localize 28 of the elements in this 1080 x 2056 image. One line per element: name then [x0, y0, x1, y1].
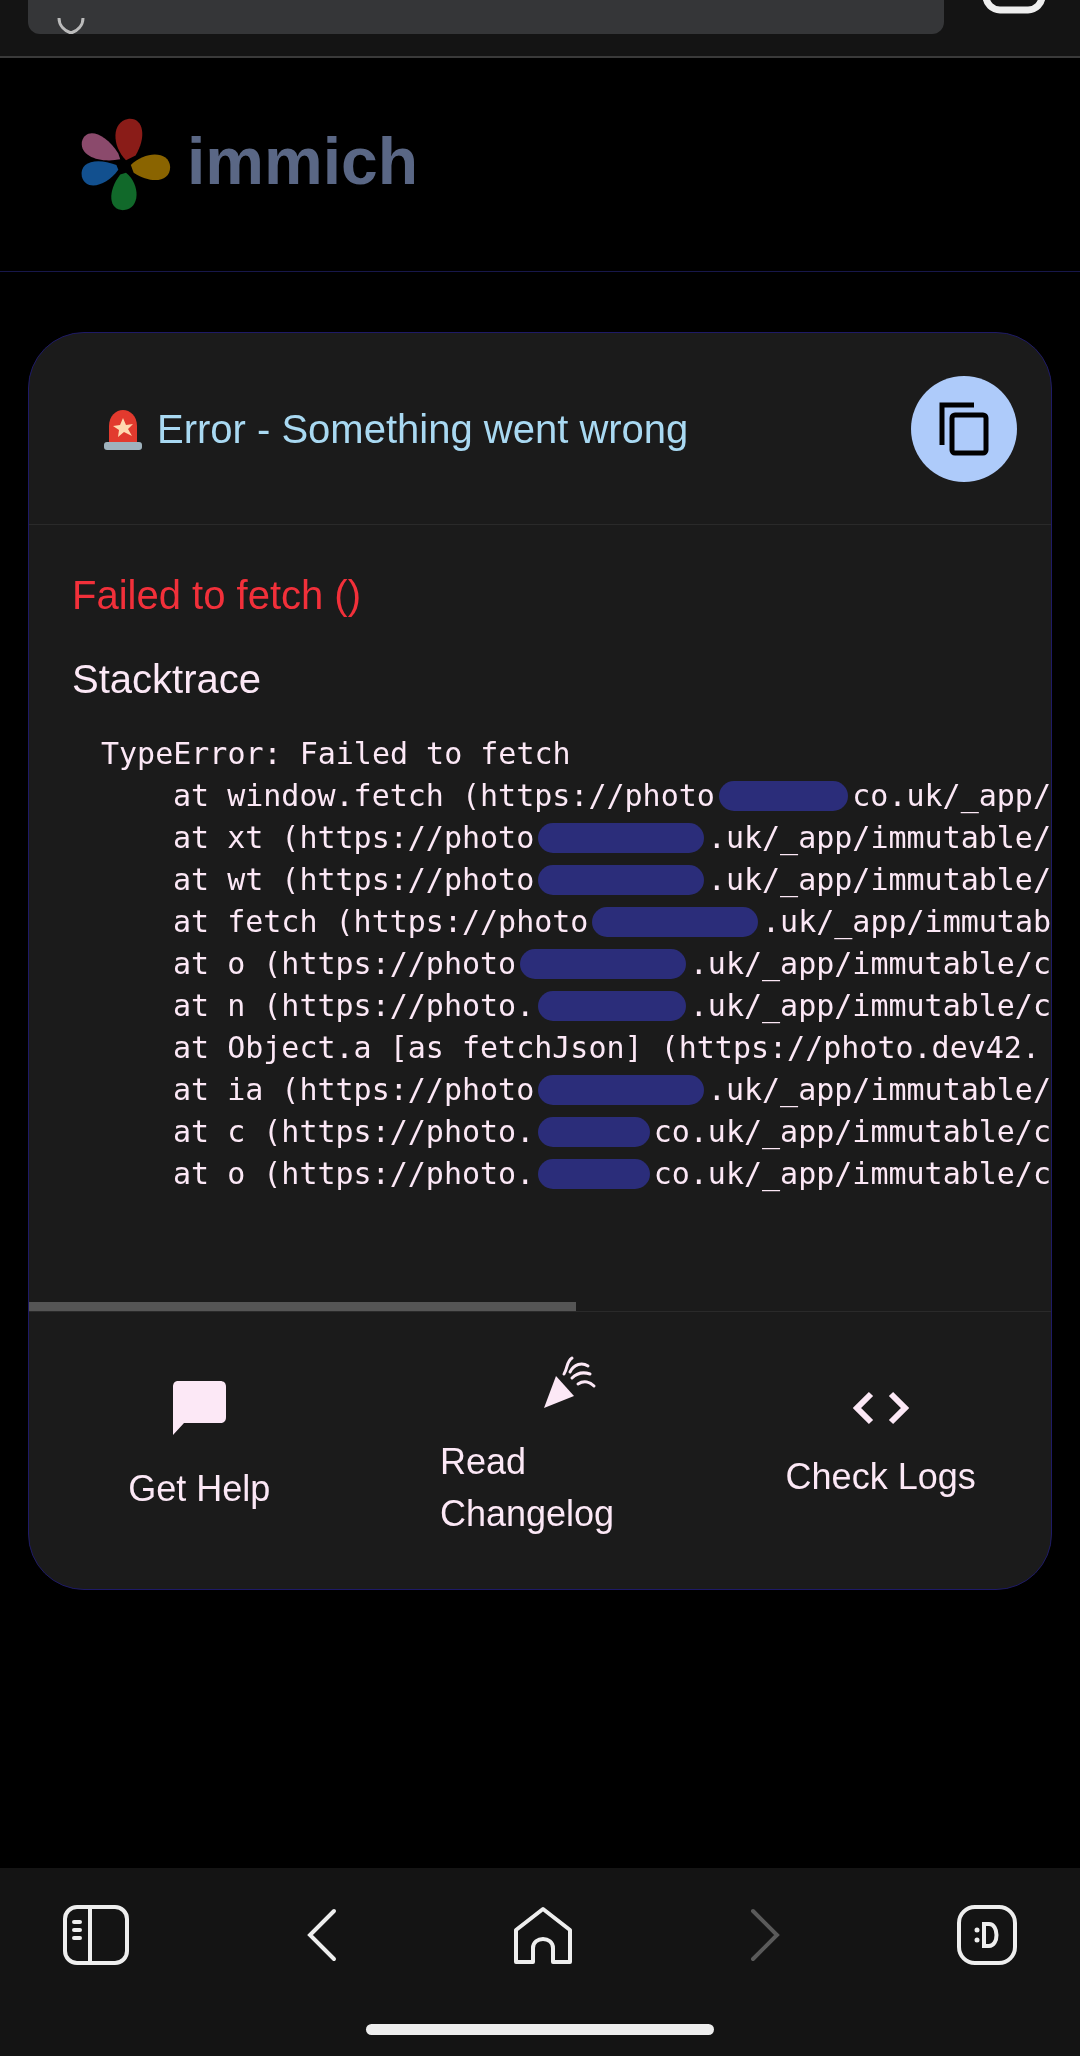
scrollbar[interactable]: [29, 1302, 576, 1311]
stacktrace-line: at window.fetch (https://photo: [173, 781, 715, 811]
stacktrace-line: at ia (https://photo: [173, 1075, 535, 1105]
stacktrace-line: at fetch (https://photo: [173, 907, 589, 937]
tab-switcher-icon[interactable]: [982, 0, 1046, 14]
error-title: Error - Something went wrong: [157, 408, 689, 449]
tabs-icon[interactable]: [956, 1904, 1018, 1966]
error-message: Failed to fetch (): [72, 575, 362, 619]
stacktrace-line: at o (https://photo: [173, 949, 517, 979]
chat-bubble-icon: [170, 1378, 229, 1437]
action-button[interactable]: Check Logs: [710, 1312, 1051, 1589]
code-icon: [852, 1390, 909, 1425]
action-button[interactable]: Get Help: [29, 1312, 370, 1589]
stacktrace-line: at wt (https://photo: [173, 865, 535, 895]
home-icon[interactable]: [513, 1906, 573, 1964]
stacktrace-line: at xt (https://photo: [173, 823, 535, 853]
sidebar-icon[interactable]: [62, 1904, 130, 1966]
stacktrace-line: at o (https://photo.: [173, 1159, 535, 1189]
back-icon[interactable]: [305, 1908, 338, 1962]
stacktrace-line: TypeError: Failed to fetch: [101, 739, 571, 769]
copy-icon: [938, 400, 990, 457]
stacktrace-line: at c (https://photo.: [173, 1117, 535, 1147]
stacktrace-heading: Stacktrace: [72, 659, 262, 703]
logo-text: immich: [187, 127, 419, 194]
action-button[interactable]: Read Changelog: [369, 1312, 711, 1589]
shield-icon: [56, 18, 86, 34]
stacktrace-line: at n (https://photo.: [173, 991, 535, 1021]
stacktrace-line: at Object.a [as fetchJson] (https://photo.dev42.: [173, 1033, 1040, 1063]
